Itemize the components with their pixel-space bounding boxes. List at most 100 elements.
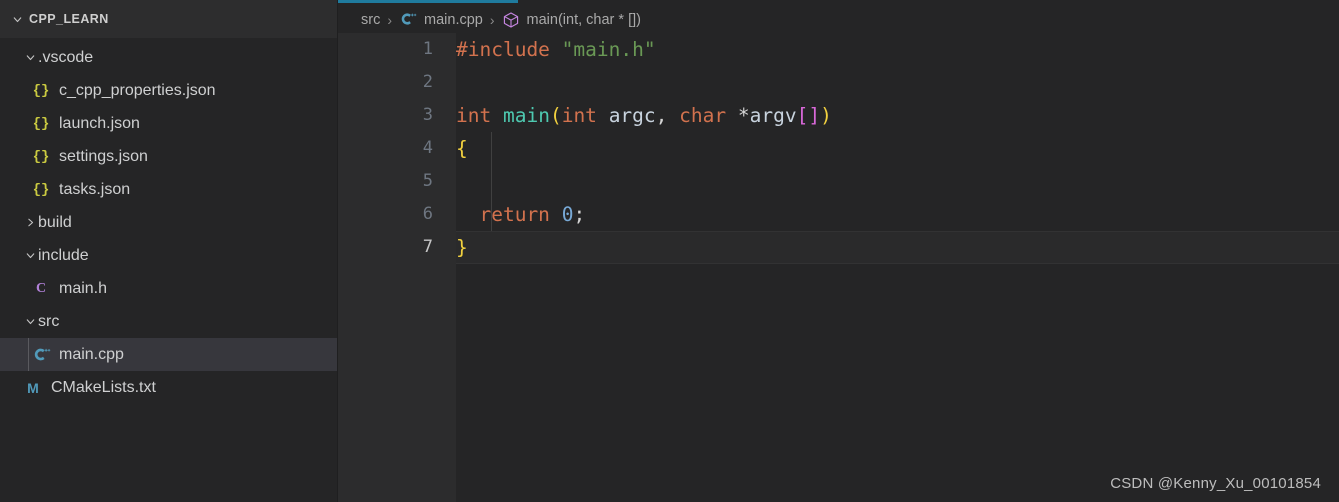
code-line-4[interactable]: 4{ [338, 132, 1339, 165]
active-tab-accent-border [338, 0, 518, 3]
line-number: 6 [422, 204, 433, 224]
line-content: { [456, 132, 1339, 165]
code-area: 1 #include "main.h" 2 3 int main(int argc, c… [338, 33, 1339, 502]
code-token: return [479, 203, 550, 226]
tree-item-label: launch.json [59, 114, 140, 132]
tree-item-label: tasks.json [59, 180, 131, 198]
code-token: "main.h" [561, 38, 656, 61]
code-token: main [502, 104, 550, 127]
code-token: int [456, 104, 492, 127]
chevron-down-icon [22, 248, 38, 264]
tree-item-c-cpp-properties-json[interactable]: {} c_cpp_properties.json [0, 74, 337, 107]
breadcrumb-item-label: main(int, char * []) [526, 11, 641, 28]
tree-item-include[interactable]: include [0, 239, 337, 272]
tree-item-label: .vscode [38, 48, 94, 66]
breadcrumb-item-label: src [361, 11, 381, 28]
line-number: 4 [422, 138, 433, 158]
breadcrumb-separator-icon: › [489, 11, 495, 28]
code-line-6[interactable]: 6 return 0; [338, 198, 1339, 231]
code-token: int [561, 104, 597, 127]
tree-item-label: c_cpp_properties.json [59, 81, 216, 99]
json-file-icon: {} [32, 181, 50, 198]
breadcrumb-item-0[interactable]: src [361, 12, 380, 28]
chevron-down-icon [22, 314, 38, 330]
line-content: int main(int argc, char *argv[]) [456, 99, 1339, 132]
breadcrumb-item-2[interactable]: main(int, char * []) [502, 10, 641, 29]
json-file-icon: {} [32, 115, 50, 132]
code-token: , [655, 104, 668, 127]
code-token: } [456, 236, 468, 259]
code-token: argc [608, 104, 656, 127]
cmake-file-icon: M [27, 379, 39, 396]
tree-item-label: build [38, 213, 72, 231]
code-token: argv [749, 104, 797, 127]
line-number: 1 [422, 39, 433, 59]
tree-item-label: main.h [59, 279, 108, 297]
code-line-1[interactable]: 1 #include "main.h" [338, 33, 1339, 66]
chevron-right-icon [22, 215, 38, 231]
code-token: * [737, 104, 750, 127]
tree-item-label: settings.json [59, 147, 148, 165]
code-lines[interactable]: 1 #include "main.h" 2 3 int main(int argc, c… [338, 33, 1339, 502]
line-content: #include "main.h" [456, 33, 1339, 66]
line-number: 5 [422, 171, 433, 191]
editor-pane: src › main.cpp › main(int, char * []) 1 #incl… [338, 0, 1339, 502]
cpp-file-icon [32, 345, 51, 364]
breadcrumb-separator-icon: › [387, 11, 393, 28]
chevron-down-icon [9, 11, 25, 27]
tree-item-settings-json[interactable]: {} settings.json [0, 140, 337, 173]
watermark-text: CSDN @Kenny_Xu_00101854 [1110, 475, 1321, 492]
explorer-root-title: CPP_LEARN [29, 12, 109, 26]
tree-item-label: main.cpp [59, 345, 124, 363]
json-file-icon: {} [32, 82, 50, 99]
code-line-7[interactable]: 7} [338, 231, 1339, 264]
tree-item-main-h[interactable]: Cmain.h [0, 272, 337, 305]
code-token: #include [456, 38, 550, 61]
explorer-root-header[interactable]: CPP_LEARN [0, 0, 337, 38]
tree-item-cmakelists-txt[interactable]: M CMakeLists.txt [0, 371, 337, 404]
tree-item--vscode[interactable]: .vscode [0, 41, 337, 74]
symbol-method-icon [502, 10, 521, 29]
code-line-3[interactable]: 3 int main(int argc, char *argv[]) [338, 99, 1339, 132]
file-tree: .vscode {} c_cpp_properties.json {} launch.j… [0, 38, 337, 404]
code-token: 0 [561, 203, 574, 226]
tree-item-tasks-json[interactable]: {} tasks.json [0, 173, 337, 206]
line-content: return 0; [456, 198, 1339, 231]
line-content: } [456, 231, 1339, 264]
cpp-icon-wrap [30, 345, 52, 364]
breadcrumb-item-label: main.cpp [424, 11, 483, 28]
code-token: { [456, 137, 468, 160]
code-line-5[interactable]: 5 [338, 165, 1339, 198]
tree-item-build[interactable]: build [0, 206, 337, 239]
c-header-file-icon: C [35, 280, 47, 296]
code-line-2[interactable]: 2 [338, 66, 1339, 99]
code-token: ] [808, 104, 821, 127]
code-token: ; [573, 203, 586, 226]
code-token: ) [820, 104, 832, 127]
code-token: ( [549, 104, 562, 127]
json-file-icon: {} [32, 148, 50, 165]
tree-item-label: src [38, 312, 60, 330]
code-token: [ [796, 104, 809, 127]
breadcrumb[interactable]: src › main.cpp › main(int, char * []) [338, 6, 1339, 33]
cpp-file-icon [399, 10, 418, 29]
tree-item-main-cpp[interactable]: main.cpp [0, 338, 337, 371]
explorer-sidebar: CPP_LEARN .vscode {} c_cpp_properties.json… [0, 0, 338, 502]
line-content [456, 165, 1339, 198]
cpp-file-icon [399, 10, 418, 29]
tree-item-launch-json[interactable]: {} launch.json [0, 107, 337, 140]
tree-item-src[interactable]: src [0, 305, 337, 338]
chevron-down-icon [22, 50, 38, 66]
line-content [456, 66, 1339, 99]
breadcrumb-item-1[interactable]: main.cpp [399, 10, 483, 29]
tree-item-label: include [38, 246, 89, 264]
line-number: 3 [422, 105, 433, 125]
line-number: 7 [422, 237, 433, 257]
code-token: char [679, 104, 727, 127]
